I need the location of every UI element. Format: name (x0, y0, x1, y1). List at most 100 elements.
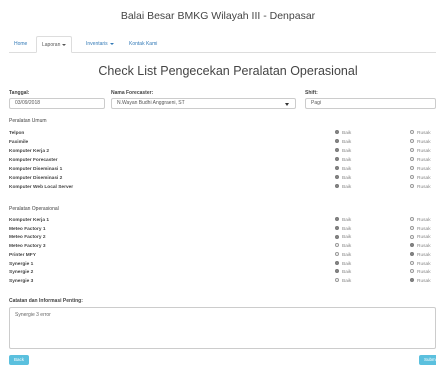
radio-rusak-icon[interactable] (410, 139, 414, 144)
radio-rusak[interactable]: Rusak (410, 269, 431, 275)
checklist-item-label: Meteo Factory 3 (9, 244, 46, 250)
radio-baik[interactable]: Baik (335, 130, 352, 136)
radio-rusak-label: Rusak (417, 278, 431, 284)
radio-rusak-label: Rusak (417, 218, 431, 223)
radio-baik[interactable]: Baik (335, 175, 351, 181)
shift-label: Shift: (305, 90, 318, 96)
radio-baik[interactable]: Baik (335, 234, 352, 241)
radio-rusak[interactable]: Rusak (410, 234, 431, 240)
back-button[interactable]: Back (9, 355, 30, 365)
radio-baik[interactable]: Baik (335, 157, 351, 163)
radio-rusak-icon[interactable] (410, 166, 414, 171)
tab-kontak[interactable]: Kontak Kami (124, 36, 162, 53)
radio-rusak-icon[interactable] (410, 217, 414, 222)
tab-inventaris[interactable]: Inventaris (81, 36, 119, 53)
radio-rusak-icon[interactable] (410, 269, 414, 274)
radio-baik-icon[interactable] (335, 184, 339, 189)
radio-baik-label: Baik (342, 185, 352, 190)
radio-baik[interactable]: Baik (335, 252, 351, 258)
checklist-item-label: Komputer Web Local Server (9, 185, 74, 190)
radio-rusak-label: Rusak (417, 176, 431, 181)
radio-baik-icon[interactable] (335, 130, 339, 135)
radio-baik[interactable]: Baik (335, 217, 351, 223)
tanggal-input[interactable]: 03/09/2018 (9, 98, 105, 109)
radio-rusak[interactable]: Rusak (410, 184, 431, 190)
radio-baik-icon[interactable] (335, 243, 339, 248)
radio-rusak[interactable]: Rusak (410, 130, 431, 136)
site-title: Balai Besar BMKG Wilayah III - Denpasar (120, 10, 316, 22)
radio-rusak-icon[interactable] (410, 243, 414, 248)
tab-laporan[interactable]: Laporan (36, 36, 73, 53)
radio-rusak-icon[interactable] (410, 130, 414, 135)
radio-rusak[interactable]: Rusak (410, 139, 431, 145)
radio-baik[interactable]: Baik (335, 148, 351, 154)
radio-baik-icon[interactable] (335, 148, 339, 153)
checklist-item-label: Komputer Diseminasi 2 (9, 176, 63, 181)
radio-rusak[interactable]: Rusak (410, 148, 431, 154)
radio-rusak-icon[interactable] (410, 175, 414, 180)
checklist-row: Komputer Kerja 2 Baik Rusak (9, 148, 436, 156)
radio-baik[interactable]: Baik (335, 225, 352, 232)
radio-rusak-icon[interactable] (410, 157, 414, 162)
radio-rusak[interactable]: Rusak (410, 157, 431, 163)
radio-rusak-label: Rusak (417, 131, 431, 136)
radio-baik-icon[interactable] (335, 166, 339, 171)
radio-rusak[interactable]: Rusak (410, 252, 431, 258)
radio-rusak[interactable]: Rusak (410, 278, 431, 284)
checklist-row: Komputer Web Local Server Baik Rusak (9, 184, 436, 192)
radio-baik-icon[interactable] (335, 217, 339, 222)
radio-rusak-label: Rusak (417, 226, 431, 232)
submit-button[interactable]: Submit (419, 355, 436, 365)
radio-baik-label: Baik (342, 244, 352, 250)
radio-baik-icon[interactable] (335, 175, 339, 180)
forecaster-select[interactable]: N.Wayan Budhi Anggraeni, ST (111, 98, 296, 109)
radio-baik[interactable]: Baik (335, 139, 351, 145)
tab-home[interactable]: Home (9, 36, 32, 53)
radio-baik-label: Baik (342, 235, 352, 241)
radio-baik-icon[interactable] (335, 234, 339, 239)
checklist-row: Komputer Forecaster Baik Rusak (9, 157, 436, 165)
checklist-item-label: Komputer Kerja 2 (9, 149, 49, 154)
radio-baik-label: Baik (342, 261, 352, 267)
radio-baik-label: Baik (342, 131, 352, 136)
shift-input[interactable]: Pagi (305, 98, 436, 109)
radio-rusak-icon[interactable] (410, 278, 414, 283)
radio-rusak-icon[interactable] (410, 234, 414, 239)
radio-baik-label: Baik (342, 167, 352, 172)
radio-baik[interactable]: Baik (335, 184, 352, 190)
radio-baik-icon[interactable] (335, 278, 339, 283)
radio-rusak[interactable]: Rusak (410, 260, 431, 267)
radio-rusak-label: Rusak (417, 185, 431, 190)
radio-rusak-label: Rusak (417, 167, 431, 172)
radio-rusak[interactable]: Rusak (410, 175, 431, 181)
radio-baik[interactable]: Baik (335, 269, 351, 275)
checklist-row: Komputer Diseminasi 2 Baik Rusak (9, 175, 436, 183)
radio-baik-icon[interactable] (335, 225, 339, 230)
radio-baik[interactable]: Baik (335, 243, 352, 250)
checklist-row: Synergie 3 Baik Rusak (9, 278, 436, 286)
radio-baik-icon[interactable] (335, 157, 339, 162)
radio-baik-icon[interactable] (335, 260, 339, 265)
radio-rusak-icon[interactable] (410, 148, 414, 153)
checklist-row: Faximile Baik Rusak (9, 139, 436, 147)
radio-baik-icon[interactable] (335, 139, 339, 144)
radio-baik-icon[interactable] (335, 252, 339, 257)
radio-rusak-label: Rusak (417, 149, 431, 154)
checklist-item-label: Synergie 3 (9, 278, 34, 284)
radio-rusak-icon[interactable] (410, 225, 414, 230)
radio-rusak[interactable]: Rusak (410, 217, 431, 223)
radio-rusak[interactable]: Rusak (410, 225, 431, 232)
radio-baik-icon[interactable] (335, 269, 339, 274)
radio-rusak[interactable]: Rusak (410, 243, 431, 249)
radio-rusak-icon[interactable] (410, 184, 414, 189)
notes-textarea[interactable]: Synergie 3 error (9, 307, 436, 349)
radio-baik[interactable]: Baik (335, 166, 352, 172)
radio-baik[interactable]: Baik (335, 260, 352, 267)
radio-rusak[interactable]: Rusak (410, 166, 431, 172)
checklist-row: Synergie 2 Baik Rusak (9, 269, 436, 277)
radio-baik[interactable]: Baik (335, 278, 351, 284)
radio-rusak-icon[interactable] (410, 260, 414, 265)
radio-baik-label: Baik (342, 226, 352, 232)
checklist-item-label: Komputer Diseminasi 1 (9, 167, 63, 172)
radio-rusak-icon[interactable] (410, 252, 414, 257)
